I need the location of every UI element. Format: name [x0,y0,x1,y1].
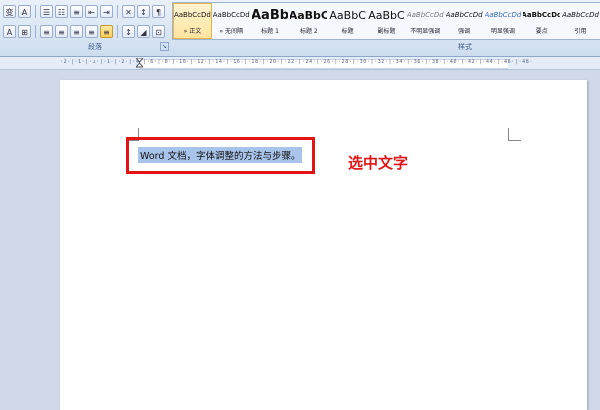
bullets-icon[interactable]: ☰ [40,4,53,18]
align-left-icon[interactable]: ≡ [40,24,53,38]
style-sample: AaBbCcDd [484,11,522,19]
style-name: 标题 [341,28,354,35]
style-sample: AaBbCcDd [562,11,599,19]
style-item[interactable]: AaBbC 标题 [328,3,367,39]
style-name: 强调 [458,28,471,35]
indent-marker-icon[interactable] [136,58,143,68]
justify-icon[interactable]: ≡ [85,24,98,38]
char-border-icon[interactable]: A [18,4,31,18]
line-spacing-icon[interactable]: ↕ [122,24,135,38]
style-item[interactable]: AaBbC 副标题 [367,3,406,39]
shading-icon[interactable]: ◢ [137,24,150,38]
style-item[interactable]: AaBbCcDd 要点 [522,3,561,39]
sort-icon[interactable]: ↕ [137,4,150,18]
style-item[interactable]: AaBbCcDd 引用 [561,3,600,39]
style-name: 引用 [574,28,587,35]
style-name: 要点 [535,28,548,35]
style-item[interactable]: AaBb 标题 1 [251,3,290,39]
distributed-icon[interactable]: ≡ [100,24,113,38]
align-right-icon[interactable]: ≡ [70,24,83,38]
style-name: 明显强调 [490,28,515,35]
style-item[interactable]: AaBbCcDd » 无间隔 [212,3,251,39]
styles-group-label: 样式 [458,43,472,51]
style-item[interactable]: AaBbCcDd 明显强调 [484,3,523,39]
style-item[interactable]: AaBbCcDd 强调 [445,3,484,39]
align-center-icon[interactable]: ≡ [55,24,68,38]
ribbon: 变 A ☰ ☷ ≡ ⇤ ⇥ ✕ ↕ ¶ A ⊞ ≡ ≡ ≡ ≡ ≡ ↕ ◢ ⊡ 段落 ↘ AaBbCcDd» 正文 A… [0,0,600,57]
style-sample: AaBb [251,7,290,23]
style-sample: AaBbCcDd [212,11,250,19]
style-sample: AaBbCcDd [406,11,444,19]
paragraph-toolbar-row-2: A ⊞ ≡ ≡ ≡ ≡ ≡ ↕ ◢ ⊡ [2,22,166,40]
style-name: 标题 1 [261,28,279,35]
style-name: 标题 2 [299,28,318,35]
style-sample: AaBbC [329,8,366,22]
document-page[interactable]: Word 文档，字体调整的方法与步骤。 选中文字 [60,80,587,410]
highlight-box [126,137,315,174]
decrease-indent-icon[interactable]: ⇤ [85,4,98,18]
horizontal-ruler[interactable]: ·2·|·1·|·⊥·|·1·|·2·|·4·|·6·|·8·|·10·|·12… [0,57,600,70]
top-right-crop-mark [508,128,521,141]
toolbar-separator [35,24,36,38]
style-name: 不明显强调 [410,28,441,35]
style-sample: AaBbCcDd [522,11,562,19]
toolbar-separator [117,4,118,18]
borders-icon[interactable]: ⊡ [152,24,165,38]
multilevel-list-icon[interactable]: ≡ [70,4,83,18]
style-sample: AaBbCcDd [445,11,483,19]
style-name: 副标题 [377,28,396,35]
style-name: » 无间隔 [219,28,244,35]
increase-indent-icon[interactable]: ⇥ [100,4,113,18]
phonetic-guide-icon[interactable]: 变 [3,4,16,18]
chinese-layout-icon[interactable]: ✕ [122,4,135,18]
style-item[interactable]: AaBbC 标题 2 [289,3,328,39]
styles-gallery: AaBbCcDd » 正文 AaBbCcDd » 无间隔 AaBb 标题 1 AaBbC 标题… [172,2,600,40]
show-marks-icon[interactable]: ¶ [152,4,165,18]
style-sample: AaBbC [289,8,329,22]
paragraph-group-label: 段落 [88,43,102,51]
enclose-char-icon[interactable]: ⊞ [18,24,31,38]
annotation-label: 选中文字 [348,154,409,172]
style-name: » 正文 [183,28,202,35]
style-sample: AaBbCcDd [173,11,211,19]
style-sample: AaBbC [368,8,405,22]
style-item[interactable]: AaBbCcDd 不明显强调 [406,3,445,39]
char-shading-icon[interactable]: A [3,24,16,38]
ruler-ticks: ·2·|·1·|·⊥·|·1·|·2·|·4·|·6·|·8·|·10·|·12… [60,59,533,65]
toolbar-separator [117,24,118,38]
toolbar-separator [35,4,36,18]
paragraph-dialog-launcher-icon[interactable]: ↘ [160,42,169,51]
paragraph-toolbar-row-1: 变 A ☰ ☷ ≡ ⇤ ⇥ ✕ ↕ ¶ [2,2,166,20]
numbering-icon[interactable]: ☷ [55,4,68,18]
style-item[interactable]: AaBbCcDd » 正文 [173,3,212,39]
